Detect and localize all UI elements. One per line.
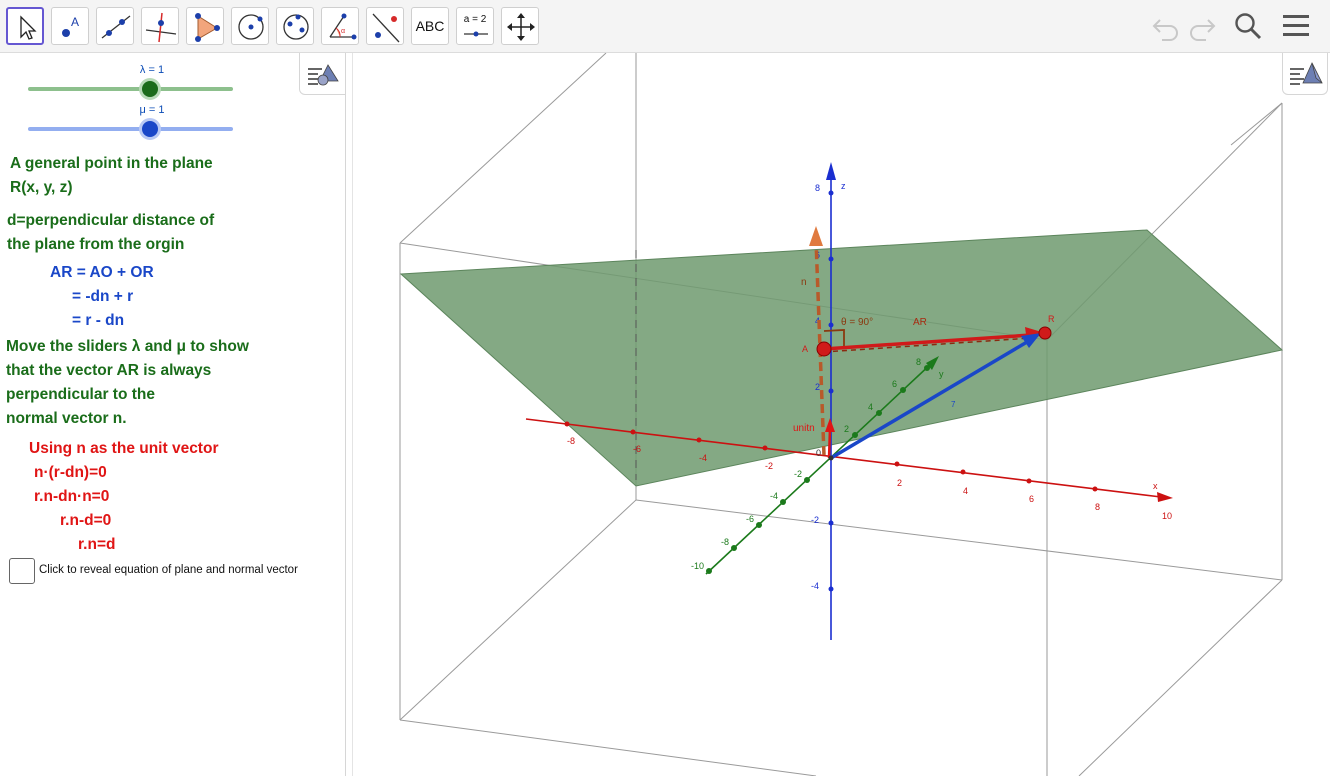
x-axis-label: x: [1153, 481, 1158, 491]
y-tick-label: 4: [868, 402, 873, 412]
instruction-text-1: Move the sliders λ and μ to show: [6, 338, 249, 355]
vector-n-label: n: [801, 277, 807, 288]
z-tick-label: 2: [815, 382, 820, 392]
y-tick-label: 6: [892, 379, 897, 389]
y-tick-label: -6: [746, 514, 754, 524]
move-graphics-tool-button[interactable]: [501, 7, 539, 45]
ellipse-icon: [283, 14, 309, 40]
style-bar-icon: [1290, 62, 1323, 85]
algebra-panel: λ = 1 μ = 1 A general point in the plane…: [0, 53, 346, 776]
slider-tool-button[interactable]: a = 2: [456, 7, 494, 45]
slider-icon: [464, 31, 488, 37]
algebra-style-toggle[interactable]: [299, 53, 346, 95]
perpendicular-line-tool-button[interactable]: [141, 7, 179, 45]
x-tick-label: -8: [567, 436, 575, 446]
angle-icon: α: [329, 13, 357, 40]
x-tick-label: 4: [963, 486, 968, 496]
move-arrows-icon: [507, 13, 535, 41]
move-tool-button[interactable]: [6, 7, 44, 45]
mu-slider-knob[interactable]: [142, 121, 158, 137]
text-tool-label: ABC: [415, 18, 445, 34]
origin-label: 0: [816, 448, 821, 458]
vector-equation-3: = r - dn: [72, 312, 125, 329]
origin-point: [828, 455, 834, 461]
x-tick-label: -6: [633, 444, 641, 454]
y-tick-label: 8: [916, 357, 921, 367]
unit-equation-3: r.n-d=0: [60, 512, 112, 529]
text-tool-button[interactable]: ABC: [411, 7, 449, 45]
style-bar-icon: [308, 64, 339, 86]
line-tool-button[interactable]: [96, 7, 134, 45]
search-icon[interactable]: [1232, 10, 1264, 42]
z-tick-label: 8: [815, 183, 820, 193]
instruction-text-2: that the vector AR is always: [6, 362, 212, 379]
z-axis-label: z: [841, 181, 846, 191]
scene-3d[interactable]: -8 -6 -4 -2 2 4 6 8 10 x -10 -8 -6 -4 -2…: [353, 53, 1330, 776]
unit-equation-1: n·(r-dn)=0: [34, 464, 107, 481]
point-icon: A: [62, 15, 79, 37]
z-tick-label: -2: [811, 515, 819, 525]
triangle-icon: [195, 13, 220, 42]
point-r-label: R: [1048, 314, 1055, 324]
y-axis-label: y: [939, 369, 944, 379]
perpendicular-icon: [145, 12, 177, 43]
menu-icon[interactable]: [1281, 10, 1313, 42]
circle-tool-button[interactable]: [231, 7, 269, 45]
vector-equation-2: = -dn + r: [72, 288, 134, 305]
unit-vector-label: unitn: [793, 423, 815, 434]
x-tick-label: 10: [1162, 511, 1172, 521]
svg-text:7: 7: [951, 400, 956, 409]
instruction-text-3: perpendicular to the: [6, 386, 155, 403]
mu-slider-label: μ = 1: [139, 104, 165, 116]
point-tool-button[interactable]: A: [51, 7, 89, 45]
lambda-slider-knob[interactable]: [142, 81, 158, 97]
general-point-text: A general point in the plane: [10, 155, 213, 172]
graphics-style-toggle[interactable]: [1282, 53, 1328, 95]
circle-icon: [238, 14, 264, 40]
undo-icon[interactable]: [1150, 10, 1182, 42]
reflect-icon: [372, 13, 400, 43]
reflect-tool-button[interactable]: [366, 7, 404, 45]
graphics-3d-view[interactable]: -8 -6 -4 -2 2 4 6 8 10 x -10 -8 -6 -4 -2…: [352, 53, 1330, 776]
unit-vector-text: Using n as the unit vector: [29, 440, 219, 457]
vector-ar-label: AR: [913, 317, 927, 328]
reveal-equation-checkbox[interactable]: [9, 558, 35, 584]
x-tick-label: -2: [765, 461, 773, 471]
redo-icon[interactable]: [1186, 10, 1218, 42]
cursor-arrow-icon: [20, 15, 37, 40]
unit-equation-4: r.n=d: [78, 536, 116, 553]
polygon-tool-button[interactable]: [186, 7, 224, 45]
conic-tool-button[interactable]: [276, 7, 314, 45]
lambda-slider-track[interactable]: [28, 87, 233, 91]
svg-text:α: α: [341, 28, 345, 35]
y-tick-label: -8: [721, 537, 729, 547]
y-tick-label: 2: [844, 424, 849, 434]
general-point-coords: R(x, y, z): [10, 179, 73, 196]
lambda-slider-label: λ = 1: [139, 64, 165, 76]
toolbar: A α ABC a = 2: [0, 0, 1330, 53]
x-tick-label: 2: [897, 478, 902, 488]
angle-label: θ = 90°: [841, 317, 873, 328]
angle-tool-button[interactable]: α: [321, 7, 359, 45]
point-r[interactable]: [1038, 326, 1052, 340]
line-icon: [101, 15, 131, 39]
y-tick-label: -4: [770, 491, 778, 501]
y-tick-label: -2: [794, 469, 802, 479]
vector-equation-1: AR = AO + OR: [50, 264, 154, 281]
y-tick-label: -10: [691, 561, 704, 571]
x-tick-label: -4: [699, 453, 707, 463]
z-tick-label: -4: [811, 581, 819, 591]
x-tick-label: 6: [1029, 494, 1034, 504]
point-a[interactable]: [816, 341, 832, 357]
reveal-equation-label: Click to reveal equation of plane and no…: [39, 564, 298, 576]
instruction-text-4: normal vector n.: [6, 410, 127, 427]
point-a-label: A: [802, 344, 808, 354]
distance-text-1: d=perpendicular distance of: [7, 212, 215, 229]
x-tick-label: 8: [1095, 502, 1100, 512]
mu-slider-track[interactable]: [28, 127, 233, 131]
svg-text:A: A: [71, 15, 79, 29]
unit-equation-2: r.n-dn·n=0: [34, 488, 110, 505]
distance-text-2: the plane from the orgin: [7, 236, 185, 253]
